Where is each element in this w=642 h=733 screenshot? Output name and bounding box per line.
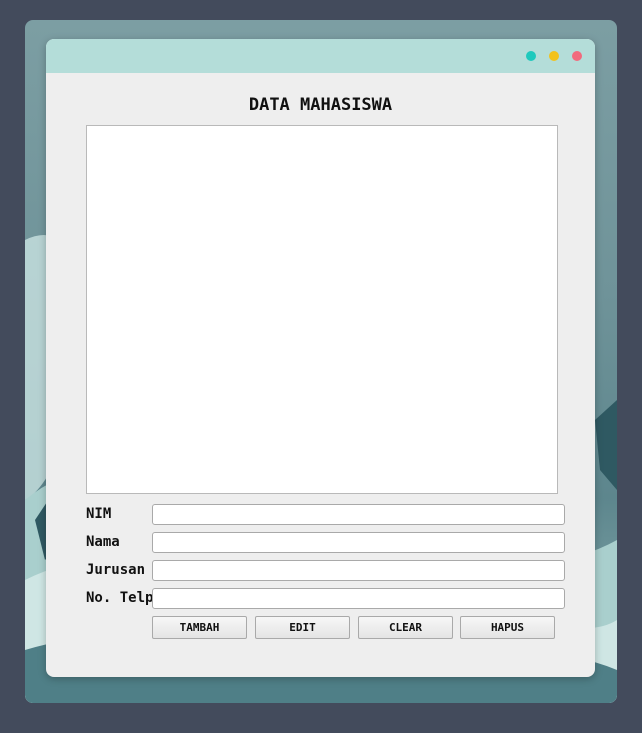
nim-label: NIM <box>86 506 112 522</box>
close-dot-icon[interactable] <box>572 51 582 61</box>
minimize-dot-icon[interactable] <box>549 51 559 61</box>
title-bar <box>46 39 595 73</box>
hapus-button[interactable]: HAPUS <box>460 616 555 639</box>
data-table[interactable] <box>86 125 558 494</box>
page-title: DATA MAHASISWA <box>248 95 393 115</box>
app-window: DATA MAHASISWA NIM Nama Jurusan No. Telp… <box>46 39 595 677</box>
nim-input[interactable] <box>152 504 565 525</box>
nama-input[interactable] <box>152 532 565 553</box>
nama-label: Nama <box>86 534 120 550</box>
jurusan-input[interactable] <box>152 560 565 581</box>
maximize-dot-icon[interactable] <box>526 51 536 61</box>
tambah-button[interactable]: TAMBAH <box>152 616 247 639</box>
edit-button[interactable]: EDIT <box>255 616 350 639</box>
no-telp-input[interactable] <box>152 588 565 609</box>
clear-button[interactable]: CLEAR <box>358 616 453 639</box>
jurusan-label: Jurusan <box>86 562 146 578</box>
no-telp-label: No. Telp <box>86 590 154 606</box>
